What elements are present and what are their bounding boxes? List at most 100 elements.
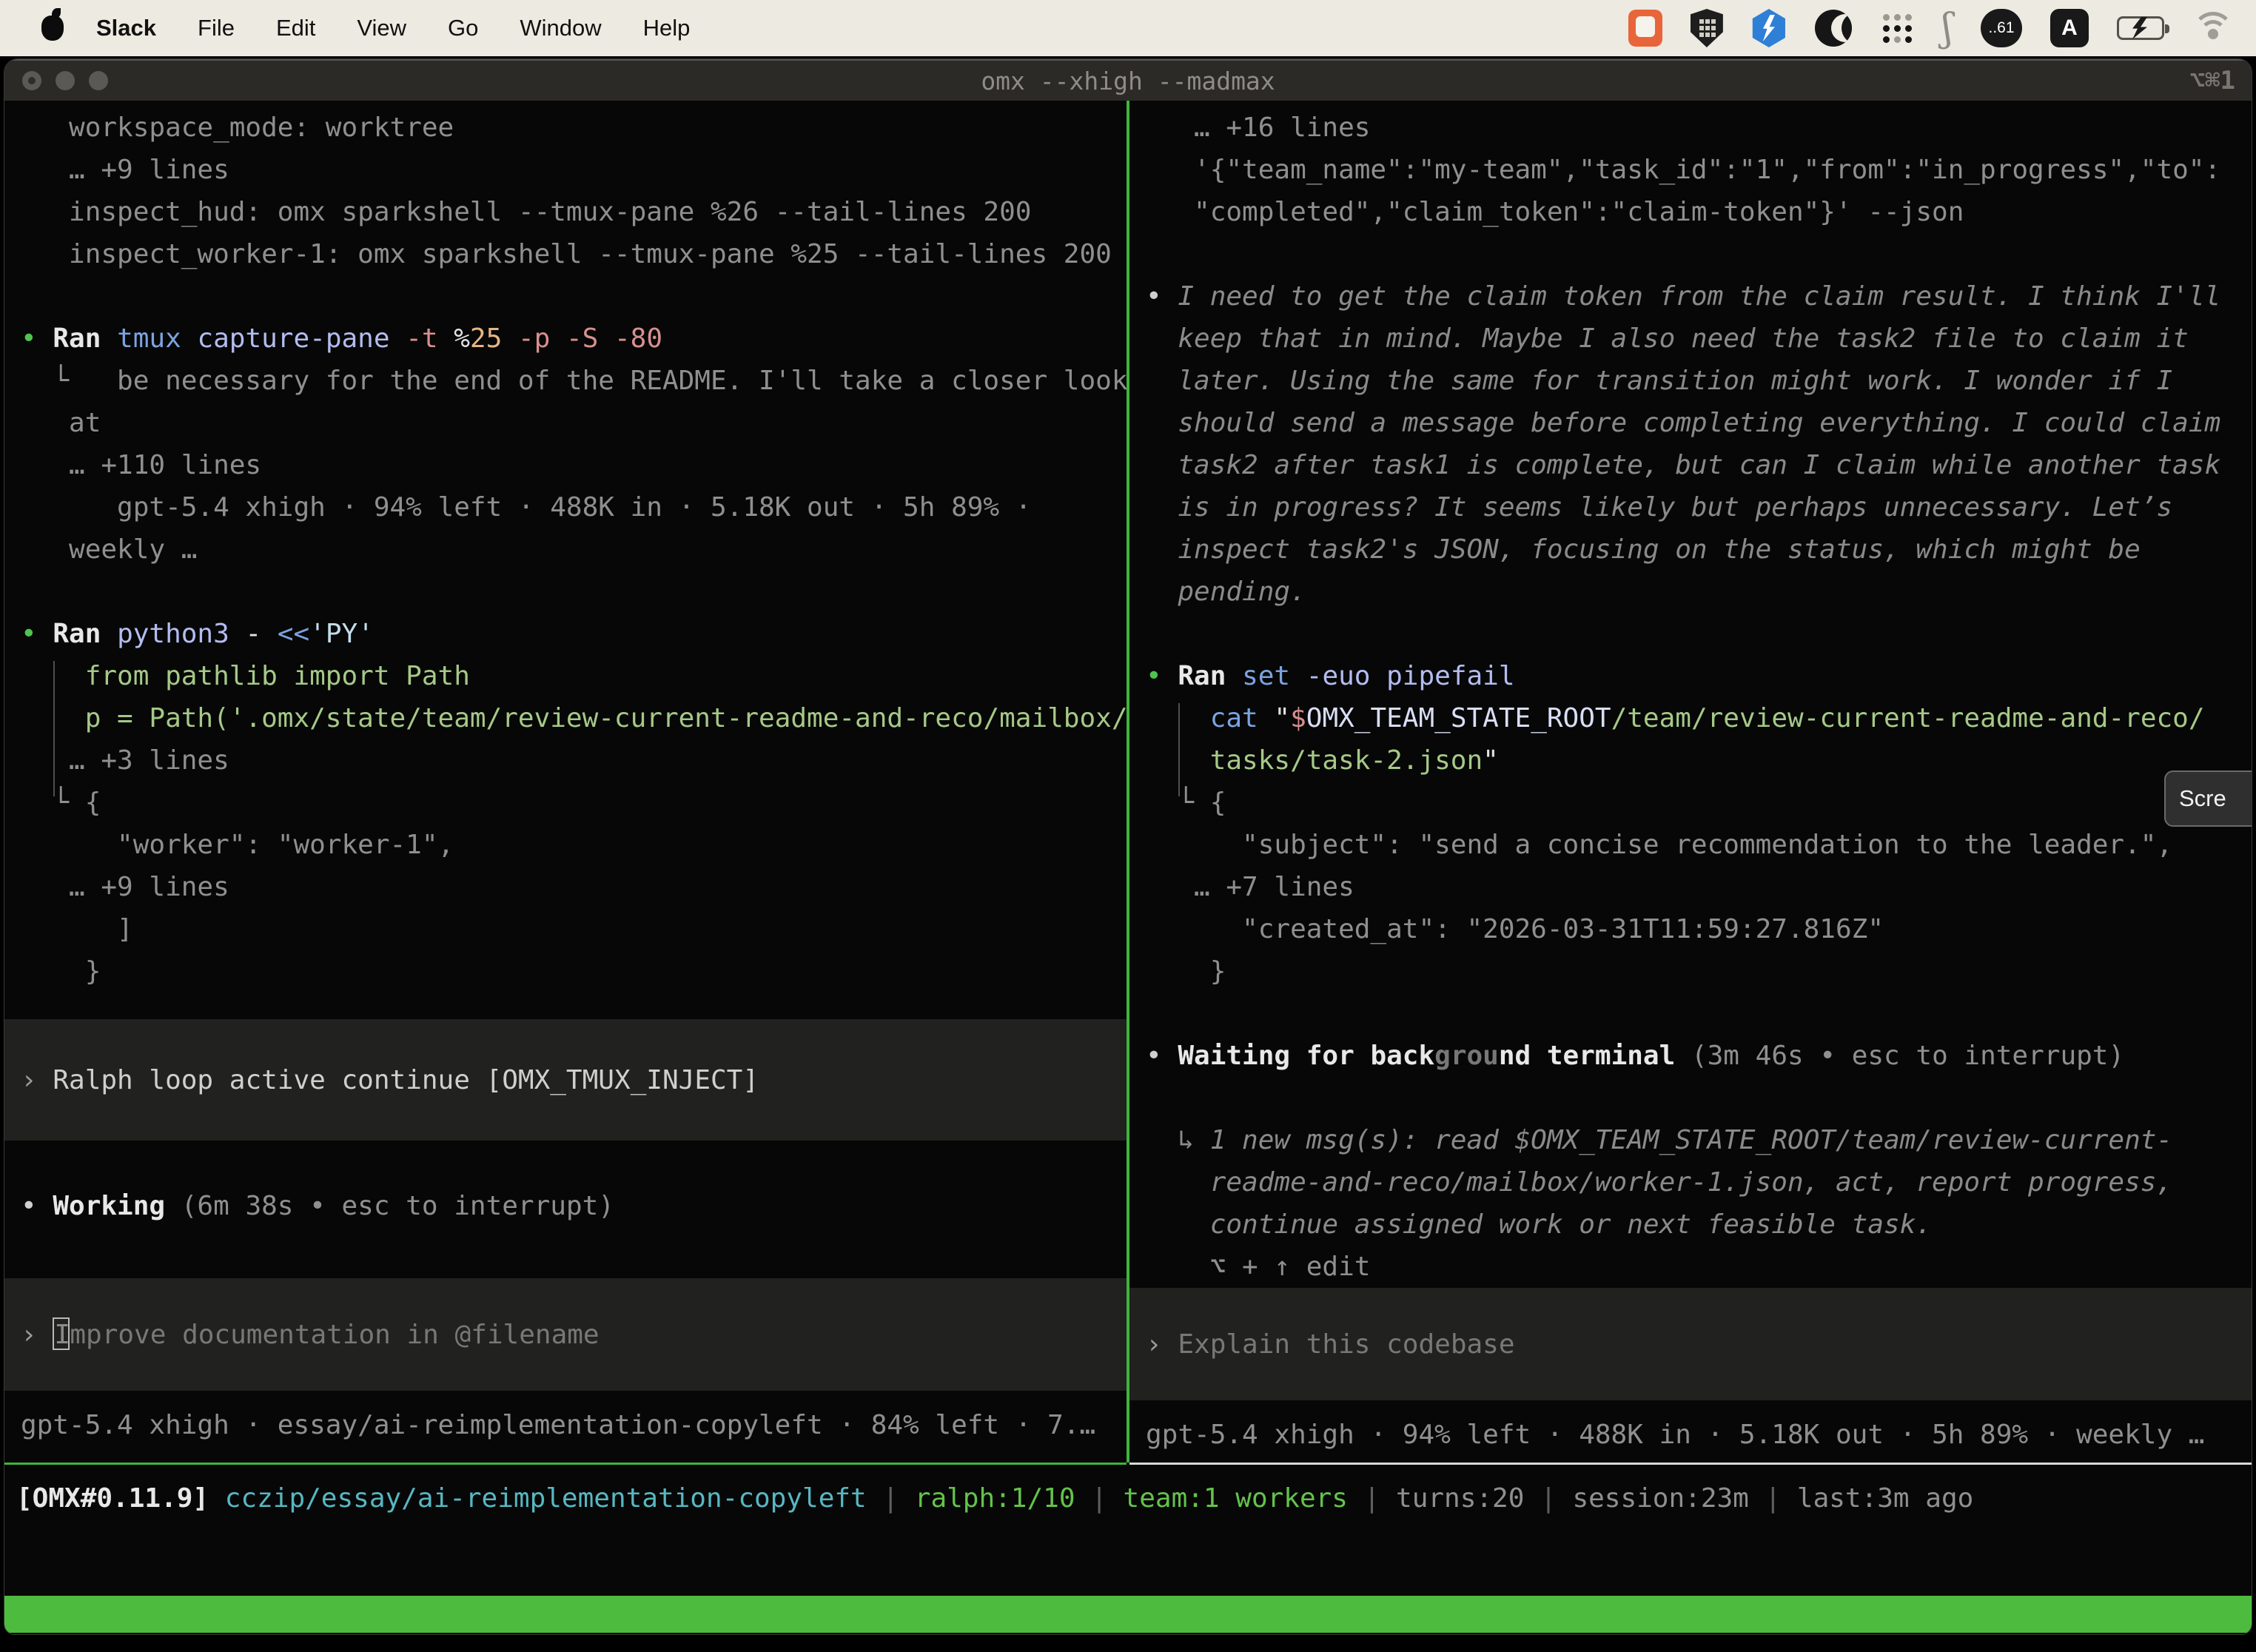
waiting-label: nd terminal — [1499, 1041, 1675, 1071]
command-flags: -p -S -80 — [502, 323, 662, 354]
chevron-prompt-icon: › — [21, 1065, 37, 1095]
chevron-prompt-icon: › — [1146, 1329, 1178, 1360]
command-output: "worker": "worker-1", — [4, 824, 1127, 866]
env-variable: OMX_TEAM_STATE_ROOT — [1306, 703, 1611, 733]
run-bullet-icon: • — [21, 619, 37, 649]
mailbox-message-line: ↳ 1 new msg(s): read $OMX_TEAM_STATE_ROO… — [1129, 1119, 2252, 1161]
file-path: /team/review-current-readme-and-reco/ — [1611, 703, 2205, 733]
collapsed-lines-indicator: … +110 lines — [4, 444, 1127, 486]
window-title: omx --xhigh --madmax — [4, 67, 2252, 95]
file-path: tasks/task-2.json — [1146, 745, 1483, 776]
run-bullet-icon: • — [21, 323, 37, 354]
status-bullet-icon: • — [21, 1191, 37, 1221]
mailbox-message-line: readme-and-reco/mailbox/worker-1.json, a… — [1129, 1161, 2252, 1203]
command-output: at — [4, 402, 1127, 444]
command-program: python3 — [101, 619, 229, 649]
separator: | — [867, 1483, 915, 1514]
a-key-icon[interactable]: A — [2050, 9, 2089, 47]
terminal-line: workspace_mode: worktree — [4, 107, 1127, 149]
menu-item-view[interactable]: View — [357, 15, 406, 41]
apple-menu-icon[interactable] — [41, 16, 64, 41]
battery-bolt-icon — [2132, 17, 2147, 39]
terminal-line: "completed","claim_token":"claim-token"}… — [1129, 191, 2252, 233]
output-connector-line — [1178, 703, 1180, 796]
separator: | — [1348, 1483, 1396, 1514]
run-bullet-icon: • — [1146, 661, 1162, 691]
command-output: └ be necessary for the end of the README… — [4, 360, 1127, 402]
prompt-placeholder: mprove documentation in @filename — [70, 1320, 599, 1350]
collapsed-lines-indicator: … +7 lines — [1129, 866, 2252, 908]
command-output: └ { — [1129, 782, 2252, 824]
edit-shortcut-hint: ⌥ + ↑ edit — [1129, 1246, 2252, 1288]
left-pane[interactable]: workspace_mode: worktree … +9 lines insp… — [4, 101, 1127, 1463]
prompt-input-right[interactable]: › Explain this codebase — [1129, 1288, 2252, 1400]
tmux-session-name[interactable]: [omx-cczip0:bash* — [15, 1633, 287, 1634]
left-pane-bottom-border — [4, 1463, 1127, 1465]
terminal-window: omx --xhigh --madmax ⌥⌘1 workspace_mode:… — [4, 59, 2252, 1634]
right-pane-bottom-border — [1129, 1463, 2252, 1465]
waiting-label: Waiting for back — [1162, 1041, 1434, 1071]
command-line-tmux: • Ran tmux capture-pane -t %25 -p -S -80 — [4, 318, 1127, 360]
counter-badge-icon[interactable]: ..61 — [1981, 9, 2022, 47]
thinking-line: later. Using the same for transition mig… — [1129, 360, 2252, 402]
command-arg: - — [229, 619, 261, 649]
command-line-set: • Ran set -euo pipefail — [1129, 655, 2252, 697]
menu-item-help[interactable]: Help — [643, 15, 691, 41]
command-output: └ { — [4, 782, 1127, 824]
dot-grid-icon[interactable] — [1880, 11, 1914, 45]
menu-item-edit[interactable]: Edit — [276, 15, 315, 41]
prompt-input-left[interactable]: › Improve documentation in @filename — [4, 1278, 1127, 1391]
terminal-line: inspect_worker-1: omx sparkshell --tmux-… — [4, 233, 1127, 275]
waiting-detail: (3m 46s • esc to interrupt) — [1675, 1041, 2124, 1071]
session-status-right: gpt-5.4 xhigh · 94% left · 488K in · 5.1… — [1129, 1414, 2252, 1456]
terminal-line: inspect_hud: omx sparkshell --tmux-pane … — [4, 191, 1127, 233]
ran-label: Ran — [37, 323, 101, 354]
command-args: -euo pipefail — [1290, 661, 1514, 691]
collapsed-lines-indicator: … +3 lines — [4, 739, 1127, 782]
prompt-line: › Improve documentation in @filename — [4, 1314, 600, 1356]
hex-bolt-icon[interactable] — [1751, 9, 1787, 47]
thinking-line: pending. — [1129, 571, 2252, 613]
menu-bar: Slack File Edit View Go Window Help ʃ ..… — [0, 0, 2256, 56]
working-detail: (6m 38s • esc to interrupt) — [165, 1191, 614, 1221]
menu-app-name[interactable]: Slack — [96, 15, 156, 41]
menu-item-file[interactable]: File — [198, 15, 235, 41]
working-label: Working — [37, 1191, 165, 1221]
thinking-line: task2 after task1 is complete, but can I… — [1129, 444, 2252, 486]
thinking-line: should send a message before completing … — [1129, 402, 2252, 444]
menu-item-go[interactable]: Go — [448, 15, 478, 41]
separator: | — [1075, 1483, 1124, 1514]
output-connector-line — [53, 661, 55, 796]
thinking-line: inspect task2's JSON, focusing on the st… — [1129, 528, 2252, 571]
omx-turns-counter: turns:20 — [1396, 1483, 1524, 1514]
cat-block: • Ran set -euo pipefail cat "$OMX_TEAM_S… — [1129, 655, 2252, 993]
tmux-panes: workspace_mode: worktree … +9 lines insp… — [4, 101, 2252, 1463]
shield-icon[interactable] — [1691, 9, 1723, 47]
command-output: } — [4, 950, 1127, 993]
command-flag: -t — [390, 323, 438, 354]
wifi-icon[interactable] — [2192, 12, 2234, 44]
moon-icon[interactable] — [1815, 10, 1852, 47]
thinking-line: keep that in mind. Maybe I also need the… — [1129, 318, 2252, 360]
window-titlebar: omx --xhigh --madmax ⌥⌘1 — [4, 59, 2252, 101]
menu-item-window[interactable]: Window — [520, 15, 601, 41]
ralph-loop-text: Ralph loop active continue [OMX_TMUX_INJ… — [37, 1065, 759, 1095]
waiting-label-shimmer: grou — [1434, 1041, 1499, 1071]
thinking-line: • I need to get the claim token from the… — [1129, 275, 2252, 318]
command-program: tmux — [101, 323, 181, 354]
prompt-line: › Explain this codebase — [1129, 1323, 1515, 1366]
waiting-status-line: • Waiting for background terminal (3m 46… — [1129, 1035, 2252, 1077]
hook-icon[interactable]: ʃ — [1942, 11, 1953, 45]
screen-tooltip: Scre — [2164, 770, 2252, 827]
right-pane[interactable]: … +16 lines '{"team_name":"my-team","tas… — [1129, 101, 2252, 1463]
command-program: set — [1226, 661, 1290, 691]
text-cursor: I — [53, 1317, 70, 1350]
omx-version-badge: [OMX#0.11.9] — [16, 1483, 209, 1514]
battery-icon[interactable] — [2117, 16, 2164, 40]
chat-icon[interactable] — [1628, 10, 1662, 47]
code-line: from pathlib import Path — [4, 655, 1127, 697]
window-shortcut-hint: ⌥⌘1 — [2190, 66, 2235, 95]
omx-last-activity: last:3m ago — [1797, 1483, 1973, 1514]
python-block: • Ran python3 - <<'PY' from pathlib impo… — [4, 613, 1127, 993]
prompt-placeholder: Explain this codebase — [1178, 1329, 1514, 1360]
